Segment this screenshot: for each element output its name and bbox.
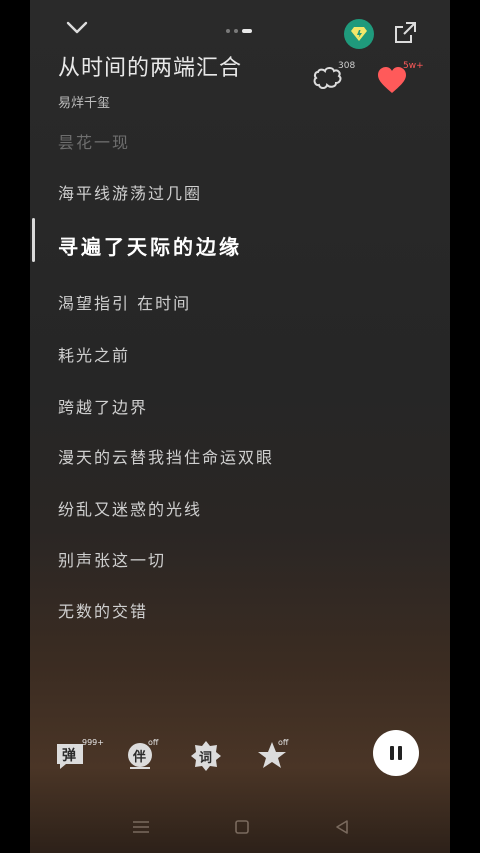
lyric-line[interactable]: 渴望指引 在时间 xyxy=(58,290,191,314)
accompany-badge: off xyxy=(148,738,159,747)
lyric-line[interactable]: 昙花一现 xyxy=(58,129,130,153)
lyric-line[interactable]: 跨越了边界 xyxy=(58,394,148,418)
lyrics-panel[interactable]: 昙花一现 海平线游荡过几圈 寻遍了天际的边缘 渴望指引 在时间 耗光之前 跨越了… xyxy=(30,0,450,853)
lyric-line[interactable]: 漫天的云替我挡住命运双眼 xyxy=(58,444,274,468)
back-icon[interactable] xyxy=(334,819,350,839)
lyric-line[interactable]: 耗光之前 xyxy=(58,342,130,366)
lyric-line[interactable]: 海平线游荡过几圈 xyxy=(58,180,202,204)
lyric-line[interactable]: 无数的交错 xyxy=(58,598,148,622)
lyric-line[interactable]: 别声张这一切 xyxy=(58,547,166,571)
pause-bar xyxy=(398,746,402,760)
bottom-controls: 弹 999+ 伴 off 词 off xyxy=(30,728,450,784)
lyric-style-button[interactable]: 词 xyxy=(190,740,222,772)
lyric-label: 词 xyxy=(199,751,213,766)
home-icon[interactable] xyxy=(234,819,250,839)
pause-bar xyxy=(390,746,394,760)
danmu-label: 弹 xyxy=(62,748,76,764)
pause-button[interactable] xyxy=(373,730,419,776)
menu-icon[interactable] xyxy=(132,819,150,839)
player-screen: 从时间的两端汇合 易烊千玺 308 5w+ 昙花一现 海平线游荡过几圈 寻遍了天… xyxy=(30,0,450,853)
accompany-label: 伴 xyxy=(133,750,147,765)
system-nav-bar xyxy=(30,810,450,844)
effect-badge: off xyxy=(278,738,289,747)
danmu-badge: 999+ xyxy=(82,738,104,747)
lyric-line[interactable]: 纷乱又迷惑的光线 xyxy=(58,496,202,520)
current-line-indicator xyxy=(32,218,35,262)
lyric-line-current[interactable]: 寻遍了天际的边缘 xyxy=(58,231,242,260)
